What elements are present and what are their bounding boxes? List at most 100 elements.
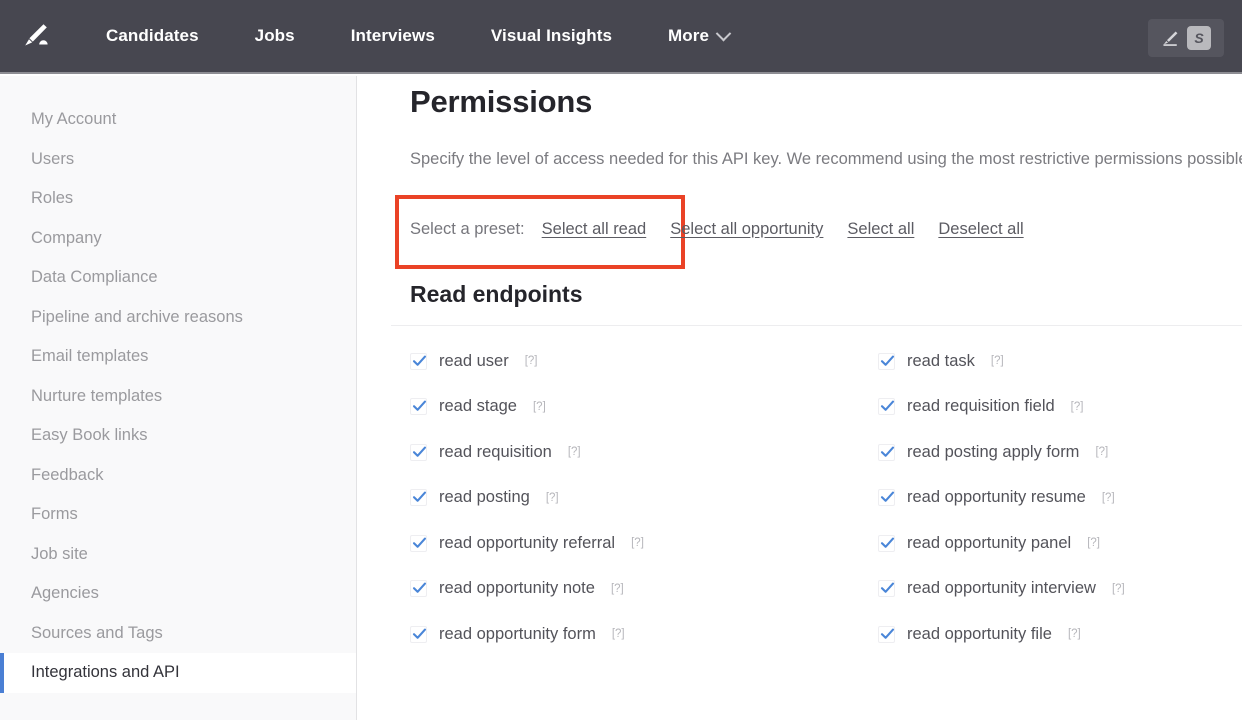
nav-item-candidates[interactable]: Candidates bbox=[78, 20, 227, 52]
endpoint-label: read opportunity interview bbox=[907, 579, 1096, 598]
nav-item-interviews[interactable]: Interviews bbox=[323, 20, 463, 52]
help-icon[interactable]: [?] bbox=[568, 446, 581, 458]
checkbox-read-opportunity-interview[interactable]: read opportunity interview [?] bbox=[878, 579, 1242, 598]
help-icon[interactable]: [?] bbox=[1068, 628, 1081, 640]
checkmark-icon bbox=[878, 353, 895, 370]
checkbox-read-opportunity-note[interactable]: read opportunity note [?] bbox=[410, 579, 878, 598]
top-nav-items: Candidates Jobs Interviews Visual Insigh… bbox=[78, 20, 757, 52]
sidebar-item-label: Data Compliance bbox=[31, 268, 158, 287]
preset-link-select-all-read[interactable]: Select all read bbox=[542, 220, 647, 239]
page-description: Specify the level of access needed for t… bbox=[410, 146, 1242, 173]
endpoint-label: read requisition bbox=[439, 443, 552, 462]
sidebar-item-label: Email templates bbox=[31, 347, 148, 366]
checkbox-read-opportunity-file[interactable]: read opportunity file [?] bbox=[878, 625, 1242, 644]
checkbox-read-posting-apply-form[interactable]: read posting apply form [?] bbox=[878, 443, 1242, 462]
sidebar-item-label: Pipeline and archive reasons bbox=[31, 308, 243, 327]
sidebar-item-users[interactable]: Users bbox=[0, 140, 356, 180]
checkbox-read-task[interactable]: read task [?] bbox=[878, 352, 1242, 371]
sidebar-item-agencies[interactable]: Agencies bbox=[0, 574, 356, 614]
checkbox-read-user[interactable]: read user [?] bbox=[410, 352, 878, 371]
sidebar-item-roles[interactable]: Roles bbox=[0, 179, 356, 219]
endpoint-label: read opportunity file bbox=[907, 625, 1052, 644]
sidebar-item-easy-book-links[interactable]: Easy Book links bbox=[0, 416, 356, 456]
sidebar-item-email-templates[interactable]: Email templates bbox=[0, 337, 356, 377]
help-icon[interactable]: [?] bbox=[1087, 537, 1100, 549]
topbar-actions[interactable]: S bbox=[1148, 19, 1224, 57]
checkmark-icon bbox=[878, 489, 895, 506]
sidebar-item-label: Company bbox=[31, 229, 102, 248]
preset-link-select-all-opportunity[interactable]: Select all opportunity bbox=[670, 220, 823, 239]
nav-item-more[interactable]: More bbox=[640, 20, 757, 52]
endpoint-label: read posting bbox=[439, 488, 530, 507]
avatar[interactable]: S bbox=[1187, 26, 1211, 50]
pencil-logo-icon[interactable] bbox=[20, 21, 50, 51]
sidebar-item-sources-and-tags[interactable]: Sources and Tags bbox=[0, 614, 356, 654]
nav-item-jobs[interactable]: Jobs bbox=[227, 20, 323, 52]
checkbox-read-stage[interactable]: read stage [?] bbox=[410, 397, 878, 416]
sidebar-item-forms[interactable]: Forms bbox=[0, 495, 356, 535]
preset-label: Select a preset: bbox=[410, 220, 525, 239]
sidebar-item-feedback[interactable]: Feedback bbox=[0, 456, 356, 496]
sidebar-item-job-site[interactable]: Job site bbox=[0, 535, 356, 575]
help-icon[interactable]: [?] bbox=[1071, 401, 1084, 413]
sidebar-item-integrations-and-api[interactable]: Integrations and API bbox=[0, 653, 356, 693]
checkbox-read-opportunity-referral[interactable]: read opportunity referral [?] bbox=[410, 534, 878, 553]
sidebar-item-label: Integrations and API bbox=[31, 663, 180, 682]
help-icon[interactable]: [?] bbox=[631, 537, 644, 549]
help-icon[interactable]: [?] bbox=[1112, 583, 1125, 595]
sidebar-item-my-account[interactable]: My Account bbox=[0, 100, 356, 140]
help-icon[interactable]: [?] bbox=[1102, 492, 1115, 504]
main-content: Permissions Specify the level of access … bbox=[358, 76, 1242, 720]
section-divider bbox=[391, 325, 1242, 326]
checkbox-read-requisition-field[interactable]: read requisition field [?] bbox=[878, 397, 1242, 416]
sidebar-item-label: My Account bbox=[31, 110, 116, 129]
pencil-icon[interactable] bbox=[1161, 29, 1180, 48]
checkbox-read-opportunity-resume[interactable]: read opportunity resume [?] bbox=[878, 488, 1242, 507]
help-icon[interactable]: [?] bbox=[612, 628, 625, 640]
endpoint-label: read posting apply form bbox=[907, 443, 1079, 462]
checkmark-icon bbox=[878, 398, 895, 415]
read-endpoints-grid: read user [?] read task [?] read stage [… bbox=[410, 352, 1242, 644]
sidebar-item-label: Feedback bbox=[31, 466, 103, 485]
preset-section: Select a preset: Select all read Select … bbox=[358, 195, 1242, 271]
preset-row: Select a preset: Select all read Select … bbox=[410, 220, 1024, 239]
checkbox-read-posting[interactable]: read posting [?] bbox=[410, 488, 878, 507]
sidebar-item-pipeline-and-archive-reasons[interactable]: Pipeline and archive reasons bbox=[0, 298, 356, 338]
checkmark-icon bbox=[410, 535, 427, 552]
endpoint-label: read opportunity referral bbox=[439, 534, 615, 553]
nav-item-visual-insights[interactable]: Visual Insights bbox=[463, 20, 640, 52]
sidebar-item-data-compliance[interactable]: Data Compliance bbox=[0, 258, 356, 298]
chevron-down-icon bbox=[716, 25, 732, 41]
sidebar-item-label: Agencies bbox=[31, 584, 99, 603]
help-icon[interactable]: [?] bbox=[991, 355, 1004, 367]
sidebar-item-label: Nurture templates bbox=[31, 387, 162, 406]
page-title: Permissions bbox=[410, 84, 1242, 120]
endpoint-label: read requisition field bbox=[907, 397, 1055, 416]
endpoint-label: read user bbox=[439, 352, 509, 371]
checkbox-read-opportunity-form[interactable]: read opportunity form [?] bbox=[410, 625, 878, 644]
help-icon[interactable]: [?] bbox=[1095, 446, 1108, 458]
endpoint-label: read opportunity form bbox=[439, 625, 596, 644]
checkmark-icon bbox=[878, 626, 895, 643]
sidebar-item-nurture-templates[interactable]: Nurture templates bbox=[0, 377, 356, 417]
help-icon[interactable]: [?] bbox=[611, 583, 624, 595]
checkmark-icon bbox=[410, 444, 427, 461]
app-root: Candidates Jobs Interviews Visual Insigh… bbox=[0, 0, 1242, 720]
checkmark-icon bbox=[410, 398, 427, 415]
checkmark-icon bbox=[878, 580, 895, 597]
top-navigation-bar: Candidates Jobs Interviews Visual Insigh… bbox=[0, 0, 1242, 74]
sidebar-item-company[interactable]: Company bbox=[0, 219, 356, 259]
preset-link-select-all[interactable]: Select all bbox=[847, 220, 914, 239]
help-icon[interactable]: [?] bbox=[546, 492, 559, 504]
sidebar-item-label: Users bbox=[31, 150, 74, 169]
help-icon[interactable]: [?] bbox=[525, 355, 538, 367]
section-title-read-endpoints: Read endpoints bbox=[410, 281, 1242, 308]
preset-link-deselect-all[interactable]: Deselect all bbox=[938, 220, 1023, 239]
endpoint-label: read opportunity note bbox=[439, 579, 595, 598]
endpoint-label: read opportunity resume bbox=[907, 488, 1086, 507]
checkbox-read-opportunity-panel[interactable]: read opportunity panel [?] bbox=[878, 534, 1242, 553]
checkbox-read-requisition[interactable]: read requisition [?] bbox=[410, 443, 878, 462]
help-icon[interactable]: [?] bbox=[533, 401, 546, 413]
sidebar-item-label: Sources and Tags bbox=[31, 624, 163, 643]
sidebar-item-label: Forms bbox=[31, 505, 78, 524]
